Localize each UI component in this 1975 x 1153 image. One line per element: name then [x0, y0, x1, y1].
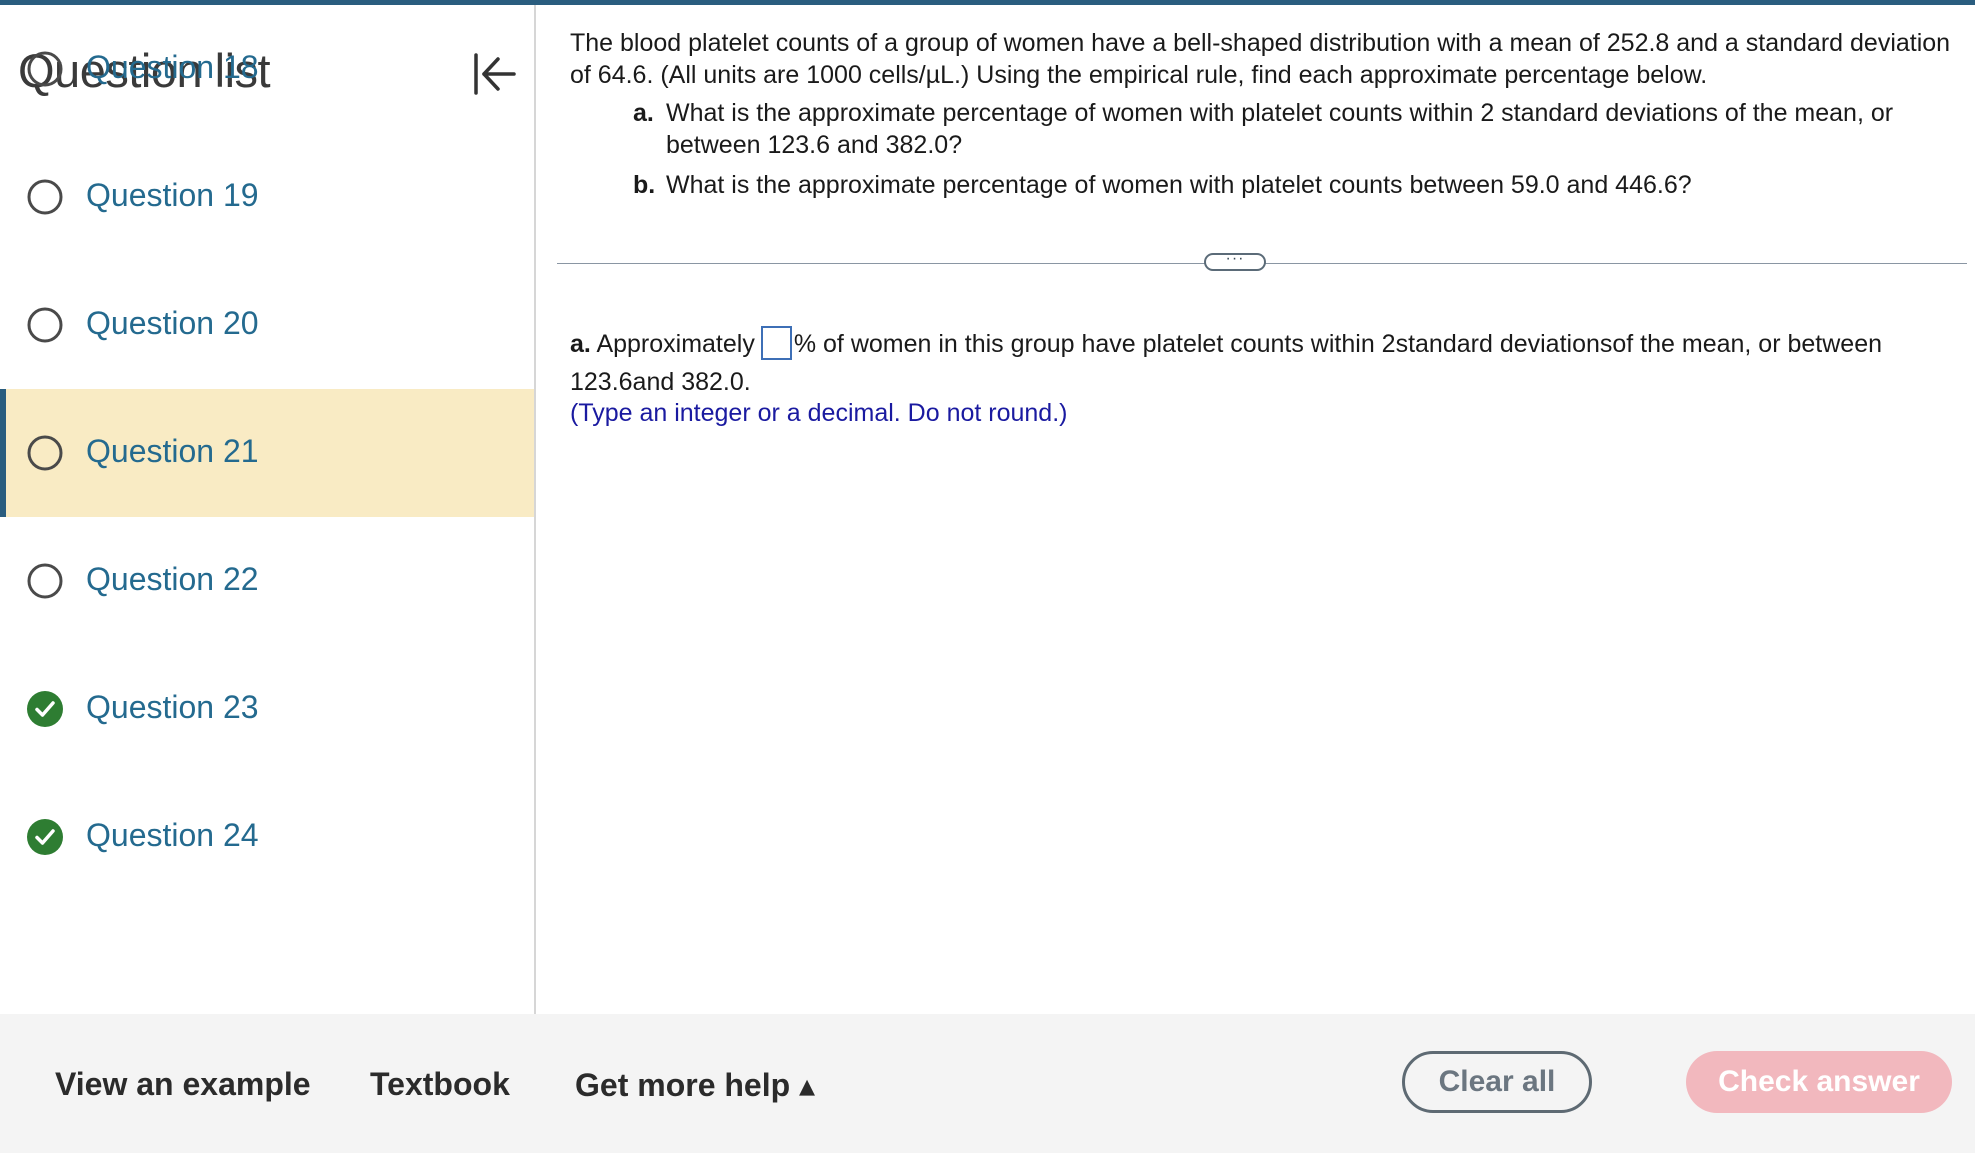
textbook-link[interactable]: Textbook	[370, 1066, 510, 1103]
question-item-21[interactable]: Question 21	[0, 389, 534, 517]
problem-statement: The blood platelet counts of a group of …	[570, 29, 1951, 89]
question-label: Question 19	[86, 177, 259, 213]
question-content: The blood platelet counts of a group of …	[537, 5, 1975, 1014]
problem-part-b: b. What is the approximate percentage of…	[633, 169, 1963, 201]
unanswered-circle-icon	[26, 306, 64, 344]
expand-more-button[interactable]: ···	[1204, 251, 1266, 271]
question-label: Question 23	[86, 689, 259, 725]
answer-input[interactable]	[760, 326, 792, 361]
checkmark-complete-icon	[26, 818, 64, 856]
question-label: Question 18	[86, 49, 259, 85]
unanswered-circle-icon	[26, 562, 64, 600]
question-label: Question 22	[86, 561, 259, 597]
question-item-20[interactable]: Question 20	[0, 261, 534, 389]
answer-hint: (Type an integer or a decimal. Do not ro…	[570, 399, 1068, 427]
question-item-19[interactable]: Question 19	[0, 133, 534, 261]
answer-prefix: Approximately	[596, 330, 755, 358]
question-label: Question 24	[86, 817, 259, 853]
unanswered-circle-icon	[26, 434, 64, 472]
question-item-23[interactable]: Question 23	[0, 645, 534, 773]
get-more-help-button[interactable]: Get more help ▴	[575, 1066, 815, 1104]
problem-part-a: a. What is the approximate percentage of…	[633, 97, 1963, 161]
question-list-panel: Question list Question 18 Question 19 Qu…	[0, 5, 536, 1014]
problem-parts: a. What is the approximate percentage of…	[633, 97, 1963, 209]
footer-bar: View an example Textbook Get more help ▴…	[0, 1014, 1975, 1153]
answer-letter: a.	[570, 330, 591, 358]
part-letter: a.	[633, 99, 654, 127]
part-text: What is the approximate percentage of wo…	[666, 99, 1894, 159]
partial-status-icon	[26, 50, 64, 88]
check-answer-button[interactable]: Check answer	[1686, 1051, 1952, 1113]
part-letter: b.	[633, 171, 656, 199]
question-label: Question 21	[86, 433, 259, 469]
question-item-24[interactable]: Question 24	[0, 773, 534, 901]
active-indicator	[0, 389, 6, 517]
question-label: Question 20	[86, 305, 259, 341]
clear-all-button[interactable]: Clear all	[1402, 1051, 1592, 1113]
checkmark-complete-icon	[26, 690, 64, 728]
answer-statement: a. Approximately% of women in this group…	[570, 325, 1970, 401]
unanswered-circle-icon	[26, 178, 64, 216]
question-item-18[interactable]: Question 18	[0, 5, 534, 133]
part-text: What is the approximate percentage of wo…	[666, 171, 1692, 199]
question-item-22[interactable]: Question 22	[0, 517, 534, 645]
view-example-link[interactable]: View an example	[55, 1066, 311, 1103]
